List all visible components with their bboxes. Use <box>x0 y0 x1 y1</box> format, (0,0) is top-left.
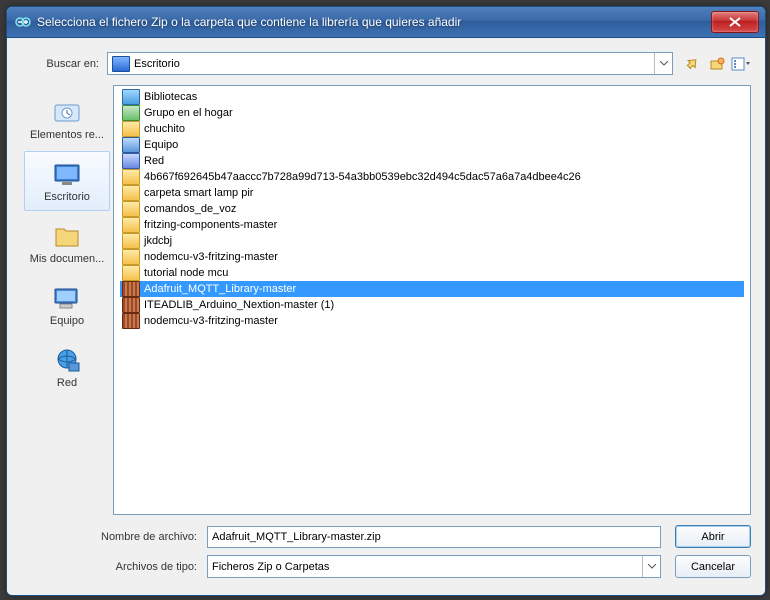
toolbar <box>683 54 751 74</box>
places-item-desktop[interactable]: Escritorio <box>24 151 110 211</box>
places-item-docs[interactable]: Mis documen... <box>24 213 110 273</box>
filename-label: Nombre de archivo: <box>21 531 207 543</box>
file-item[interactable]: Red <box>120 153 744 169</box>
view-menu-button[interactable] <box>731 54 751 74</box>
app-icon <box>15 14 31 30</box>
group-icon <box>122 105 140 121</box>
bottom-panel: Nombre de archivo: Adafruit_MQTT_Library… <box>21 525 751 578</box>
file-item-label: nodemcu-v3-fritzing-master <box>144 251 278 263</box>
cancel-button[interactable]: Cancelar <box>675 555 751 578</box>
zip-icon <box>122 297 140 313</box>
file-item-label: Red <box>144 155 164 167</box>
lib-icon <box>122 89 140 105</box>
file-item[interactable]: ITEADLIB_Arduino_Nextion-master (1) <box>120 297 744 313</box>
file-item-label: Adafruit_MQTT_Library-master <box>144 283 296 295</box>
file-item-label: ITEADLIB_Arduino_Nextion-master (1) <box>144 299 334 311</box>
lookin-label: Buscar en: <box>21 58 107 70</box>
file-item[interactable]: jkdcbj <box>120 233 744 249</box>
file-item-label: tutorial node mcu <box>144 267 228 279</box>
desktop-icon <box>50 159 84 189</box>
file-item-label: Bibliotecas <box>144 91 197 103</box>
desktop-icon <box>112 56 130 72</box>
file-item[interactable]: Equipo <box>120 137 744 153</box>
net-icon <box>122 153 140 169</box>
folder-icon <box>122 233 140 249</box>
file-item[interactable]: fritzing-components-master <box>120 217 744 233</box>
open-button[interactable]: Abrir <box>675 525 751 548</box>
network-icon <box>50 345 84 375</box>
filetype-combo[interactable]: Ficheros Zip o Carpetas <box>207 555 661 578</box>
file-item[interactable]: 4b667f692645b47aaccc7b728a99d713-54a3bb0… <box>120 169 744 185</box>
file-item[interactable]: comandos_de_voz <box>120 201 744 217</box>
file-item[interactable]: tutorial node mcu <box>120 265 744 281</box>
file-item-label: jkdcbj <box>144 235 172 247</box>
places-bar: Elementos re... Escritorio Mis documen... E… <box>21 85 113 515</box>
file-item-label: nodemcu-v3-fritzing-master <box>144 315 278 327</box>
main-area: Elementos re... Escritorio Mis documen... E… <box>21 85 751 515</box>
up-one-level-button[interactable] <box>683 54 703 74</box>
titlebar[interactable]: Selecciona el fichero Zip o la carpeta q… <box>7 7 765 38</box>
lookin-row: Buscar en: Escritorio <box>21 52 751 75</box>
places-item-label: Mis documen... <box>27 253 107 265</box>
chevron-down-icon <box>654 53 672 74</box>
folder-icon <box>122 217 140 233</box>
filetype-label: Archivos de tipo: <box>21 561 207 573</box>
places-item-computer[interactable]: Equipo <box>24 275 110 335</box>
file-dialog: Selecciona el fichero Zip o la carpeta q… <box>6 6 766 596</box>
close-button[interactable] <box>711 11 759 33</box>
folder-icon <box>122 185 140 201</box>
lookin-value: Escritorio <box>134 58 180 70</box>
zip-icon <box>122 281 140 297</box>
file-item-label: comandos_de_voz <box>144 203 236 215</box>
file-item[interactable]: carpeta smart lamp pir <box>120 185 744 201</box>
file-item-label: carpeta smart lamp pir <box>144 187 253 199</box>
folder-icon <box>122 265 140 281</box>
dialog-body: Buscar en: Escritorio Elementos re... Esc… <box>7 38 765 595</box>
file-item-label: Grupo en el hogar <box>144 107 233 119</box>
lookin-combo[interactable]: Escritorio <box>107 52 673 75</box>
file-item[interactable]: Grupo en el hogar <box>120 105 744 121</box>
file-item-label: chuchito <box>144 123 185 135</box>
new-folder-button[interactable] <box>707 54 727 74</box>
chevron-down-icon <box>642 556 660 577</box>
file-item[interactable]: chuchito <box>120 121 744 137</box>
zip-icon <box>122 313 140 329</box>
comp-icon <box>122 137 140 153</box>
places-item-recent[interactable]: Elementos re... <box>24 89 110 149</box>
file-item-label: 4b667f692645b47aaccc7b728a99d713-54a3bb0… <box>144 171 581 183</box>
places-item-label: Elementos re... <box>27 129 107 141</box>
places-item-label: Escritorio <box>27 191 107 203</box>
recent-icon <box>50 97 84 127</box>
places-item-network[interactable]: Red <box>24 337 110 397</box>
file-item-label: fritzing-components-master <box>144 219 277 231</box>
folder-icon <box>122 249 140 265</box>
file-item-label: Equipo <box>144 139 178 151</box>
file-item[interactable]: nodemcu-v3-fritzing-master <box>120 249 744 265</box>
dialog-title: Selecciona el fichero Zip o la carpeta q… <box>37 15 711 29</box>
computer-icon <box>50 283 84 313</box>
file-item[interactable]: Adafruit_MQTT_Library-master <box>120 281 744 297</box>
docs-icon <box>50 221 84 251</box>
file-list[interactable]: Bibliotecas Grupo en el hogar chuchito Equi… <box>113 85 751 515</box>
folder-icon <box>122 121 140 137</box>
places-item-label: Red <box>27 377 107 389</box>
places-item-label: Equipo <box>27 315 107 327</box>
folder-icon <box>122 201 140 217</box>
file-item[interactable]: nodemcu-v3-fritzing-master <box>120 313 744 329</box>
filename-input[interactable]: Adafruit_MQTT_Library-master.zip <box>207 526 661 548</box>
file-item[interactable]: Bibliotecas <box>120 89 744 105</box>
folder-icon <box>122 169 140 185</box>
